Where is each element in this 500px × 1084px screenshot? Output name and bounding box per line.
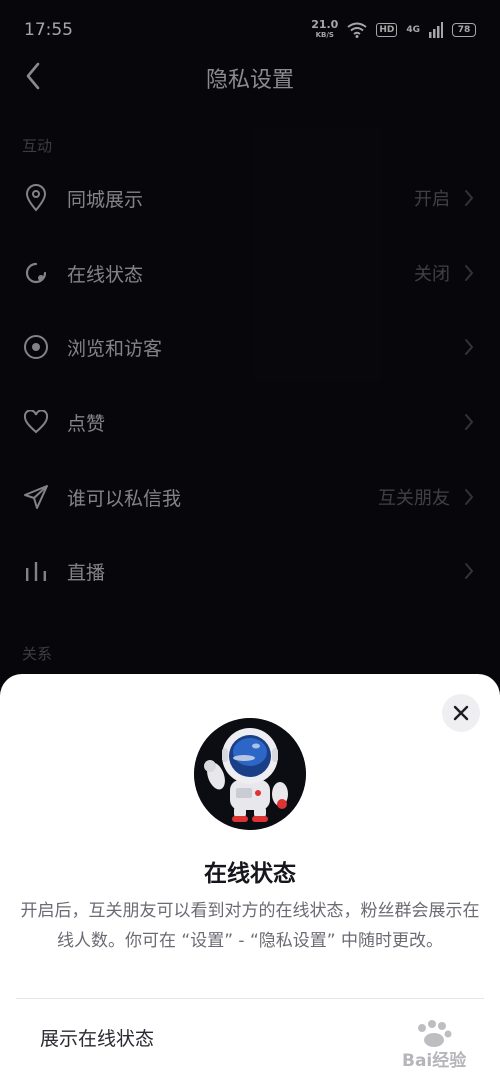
sheet-title: 在线状态 <box>204 861 296 887</box>
divider <box>16 998 484 999</box>
astronaut-avatar <box>194 718 306 830</box>
watermark-text: Bai经验 <box>402 1050 467 1071</box>
bottom-sheet: 在线状态 开启后，互关朋友可以看到对方的在线状态，粉丝群会展示在线人数。你可在 … <box>0 674 500 1084</box>
close-icon <box>453 705 469 721</box>
sheet-description: 开启后，互关朋友可以看到对方的在线状态，粉丝群会展示在线人数。你可在 “设置” … <box>20 901 480 951</box>
baidu-watermark-logo: Bai经验 <box>400 1014 486 1074</box>
close-button[interactable] <box>442 694 480 732</box>
show-online-status-option[interactable]: 展示在线状态 <box>40 1024 154 1051</box>
